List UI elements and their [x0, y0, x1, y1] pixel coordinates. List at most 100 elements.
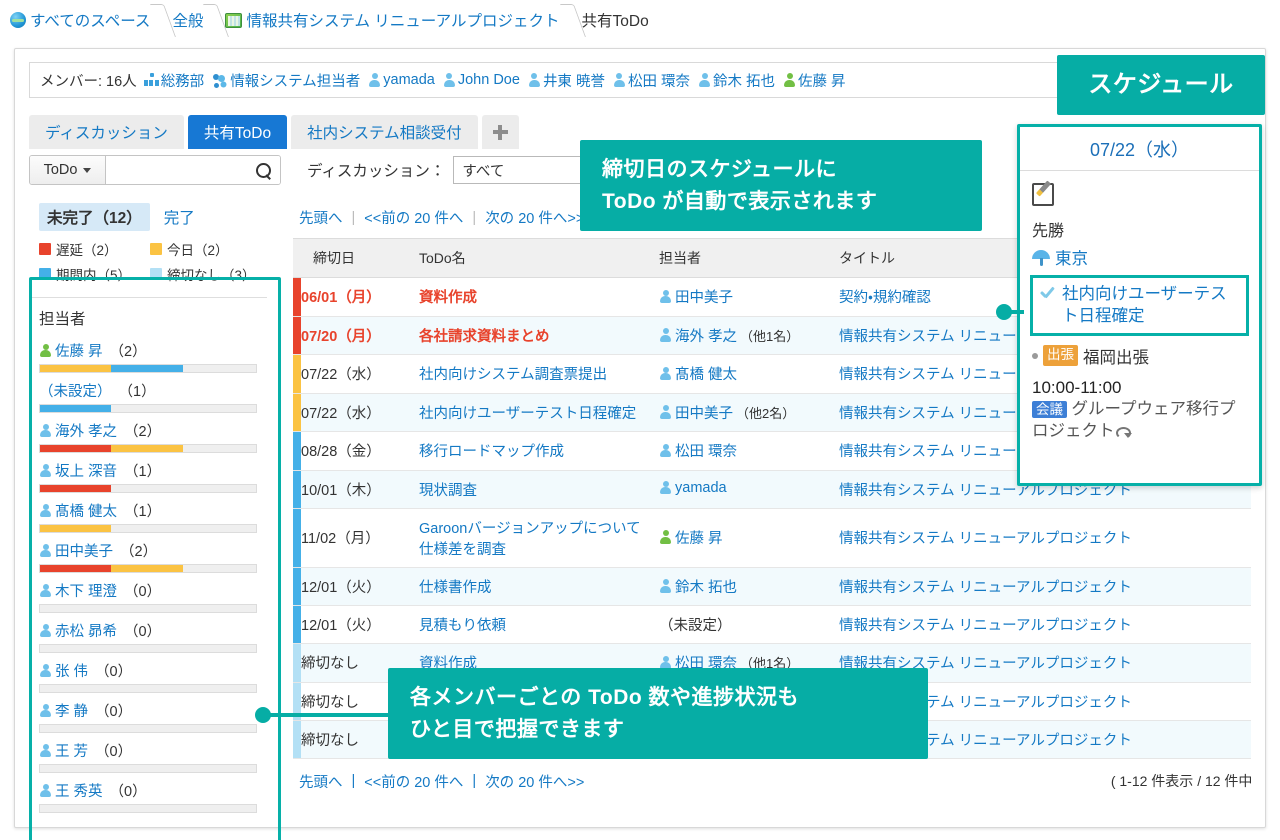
- tab-discussion[interactable]: ディスカッション: [29, 115, 184, 149]
- assignee-row[interactable]: 坂上 深音 （1）: [29, 455, 267, 495]
- assignee-label[interactable]: 佐藤 昇: [675, 527, 723, 548]
- assignee-row[interactable]: 田中美子 （2）: [29, 535, 267, 575]
- tab-shared-todo[interactable]: 共有ToDo: [187, 115, 288, 149]
- table-header-name[interactable]: ToDo名: [419, 238, 659, 278]
- table-row[interactable]: 12/01（火） 見積もり依頼 （未設定） 情報共有システム リニューアルプロジェクト: [293, 605, 1251, 644]
- table-row[interactable]: 11/02（月） Garoonバージョンアップについて仕様差を調査 佐藤 昇 情報共有…: [293, 508, 1251, 568]
- pager-next-link[interactable]: 次の 20 件へ>>: [485, 771, 584, 792]
- assignee-row[interactable]: 王 秀英 （0）: [29, 775, 267, 815]
- pager-prev-link[interactable]: <<前の 20 件へ: [364, 207, 463, 228]
- member-entry-group[interactable]: 情報システム担当者: [212, 70, 360, 91]
- cell-title[interactable]: 情報共有システム リニューアルプロジェクト: [839, 508, 1251, 568]
- assignee-row[interactable]: 佐藤 昇 （2）: [29, 335, 267, 375]
- add-tab-button[interactable]: [481, 115, 519, 149]
- member-entry-user[interactable]: yamada: [368, 72, 435, 88]
- search-scope-select[interactable]: ToDo: [30, 156, 106, 184]
- assignee-name-row: 赤松 昴希 （0）: [39, 615, 257, 644]
- todo-name-link[interactable]: 現状調査: [419, 483, 477, 499]
- member-entry-user[interactable]: 松田 環奈: [613, 70, 690, 91]
- assignee-label[interactable]: 海外 孝之: [675, 325, 737, 346]
- status-filter-complete[interactable]: 完了: [164, 206, 195, 228]
- user-icon: [39, 663, 52, 678]
- todo-name-link[interactable]: 見積もり依頼: [419, 618, 506, 634]
- schedule-event-business-trip[interactable]: 出張 福岡出張: [1032, 344, 1247, 368]
- pager-first-link[interactable]: 先頭へ: [299, 207, 343, 228]
- record-count-label: ( 1-12 件表示 / 12 件中 ): [1110, 773, 1251, 789]
- status-color-bar: [293, 567, 301, 605]
- connector-line-sidebar: [262, 713, 392, 717]
- cell-title[interactable]: 情報共有システム リニューアルプロジェクト: [839, 567, 1251, 606]
- cell-assignee: 佐藤 昇: [659, 508, 839, 568]
- cell-title[interactable]: 情報共有システム リニューアルプロジェクト: [839, 605, 1251, 644]
- assignee-row[interactable]: 海外 孝之 （2）: [29, 415, 267, 455]
- progress-segment: [40, 365, 112, 372]
- edit-icon[interactable]: [1032, 181, 1056, 206]
- todo-name-link[interactable]: 移行ロードマップ作成: [419, 444, 564, 460]
- globe-icon: [10, 12, 26, 28]
- assignee-progress-bar: [39, 564, 257, 573]
- event-label: 福岡出張: [1083, 348, 1149, 367]
- user-icon: [443, 73, 456, 87]
- assignee-row[interactable]: 赤松 昴希 （0）: [29, 615, 267, 655]
- assignee-name-label: 木下 理澄: [55, 584, 118, 600]
- row-status-flag: [293, 605, 301, 644]
- assignee-row[interactable]: 李 静 （0）: [29, 695, 267, 735]
- assignee-name-label: 王 秀英: [55, 784, 103, 800]
- table-row[interactable]: 12/01（火） 仕様書作成 鈴木 拓也 情報共有システム リニューアルプロジェクト: [293, 567, 1251, 606]
- assignee-row[interactable]: （未設定） （1）: [29, 375, 267, 415]
- schedule-weather: 東京: [1032, 245, 1247, 269]
- assignee-row[interactable]: 张 伟 （0）: [29, 655, 267, 695]
- schedule-rokuyo: 先勝: [1032, 223, 1065, 240]
- assignee-label[interactable]: （未設定）: [659, 614, 732, 635]
- table-header-assignee[interactable]: 担当者: [659, 238, 839, 278]
- member-entry-user[interactable]: John Doe: [443, 72, 520, 88]
- schedule-event-meeting[interactable]: 10:00-11:00 会議 グループウェア移行プロジェクト: [1032, 378, 1247, 443]
- todo-name-link[interactable]: 資料作成: [419, 290, 477, 306]
- member-entry-user[interactable]: 佐藤 昇: [783, 70, 846, 91]
- search-button[interactable]: [246, 156, 280, 184]
- assignee-label[interactable]: 田中美子: [675, 402, 733, 423]
- assignee-row[interactable]: 髙橋 健太 （1）: [29, 495, 267, 535]
- member-entry-user[interactable]: 鈴木 拓也: [698, 70, 775, 91]
- umbrella-icon: [1032, 249, 1050, 266]
- search-input[interactable]: [106, 156, 246, 184]
- todo-name-link[interactable]: 社内向けユーザーテスト日程確定: [419, 406, 636, 422]
- pager-next-link[interactable]: 次の 20 件へ>>: [485, 207, 584, 228]
- member-label: yamada: [383, 72, 435, 88]
- table-header-due[interactable]: 締切日: [301, 238, 419, 278]
- breadcrumb-item-project[interactable]: 情報共有システム リニューアルプロジェクト: [225, 9, 560, 31]
- member-entry-user[interactable]: 井東 暁誉: [528, 70, 605, 91]
- todo-name-link[interactable]: 仕様書作成: [419, 580, 492, 596]
- cell-todo-name: 見積もり依頼: [419, 605, 659, 644]
- pager-prev-link[interactable]: <<前の 20 件へ: [364, 771, 463, 792]
- member-label: John Doe: [457, 72, 520, 88]
- status-color-bar: [293, 606, 301, 643]
- todo-name-link[interactable]: Garoonバージョンアップについて仕様差を調査: [419, 521, 641, 558]
- breadcrumb-item-all-spaces[interactable]: すべてのスペース: [10, 9, 150, 31]
- schedule-todo-item[interactable]: 社内向けユーザーテスト日程確定: [1030, 275, 1249, 336]
- assignee-label[interactable]: yamada: [675, 480, 727, 496]
- row-status-flag: [293, 431, 301, 471]
- assignee-count-label: （0）: [95, 704, 133, 720]
- assignee-row[interactable]: 王 芳 （0）: [29, 735, 267, 775]
- assignee-label[interactable]: 髙橋 健太: [675, 363, 737, 384]
- assignee-label[interactable]: 田中美子: [675, 286, 733, 307]
- status-color-bar: [293, 644, 301, 682]
- pager-first-link[interactable]: 先頭へ: [299, 771, 343, 792]
- assignee-label[interactable]: 鈴木 拓也: [675, 576, 737, 597]
- user-icon: [39, 703, 52, 718]
- assignee-name-row: 木下 理澄 （0）: [39, 575, 257, 604]
- chevron-down-icon: [83, 167, 92, 173]
- breadcrumb-item-general[interactable]: 全般: [172, 9, 203, 31]
- status-filter-incomplete[interactable]: 未完了（12）: [39, 203, 150, 231]
- row-status-flag: [293, 508, 301, 568]
- todo-name-link[interactable]: 社内向けシステム調査票提出: [419, 367, 607, 383]
- tab-internal-system-support[interactable]: 社内システム相談受付: [291, 115, 478, 149]
- member-label: 情報システム担当者: [230, 73, 361, 90]
- member-label: 佐藤 昇: [798, 73, 846, 90]
- assignee-label[interactable]: 松田 環奈: [675, 440, 737, 461]
- member-entry-org[interactable]: 総務部: [143, 70, 204, 91]
- todo-name-link[interactable]: 各社請求資料まとめ: [419, 329, 550, 345]
- assignee-row[interactable]: 木下 理澄 （0）: [29, 575, 267, 615]
- assignee-name-row: 坂上 深音 （1）: [39, 455, 257, 484]
